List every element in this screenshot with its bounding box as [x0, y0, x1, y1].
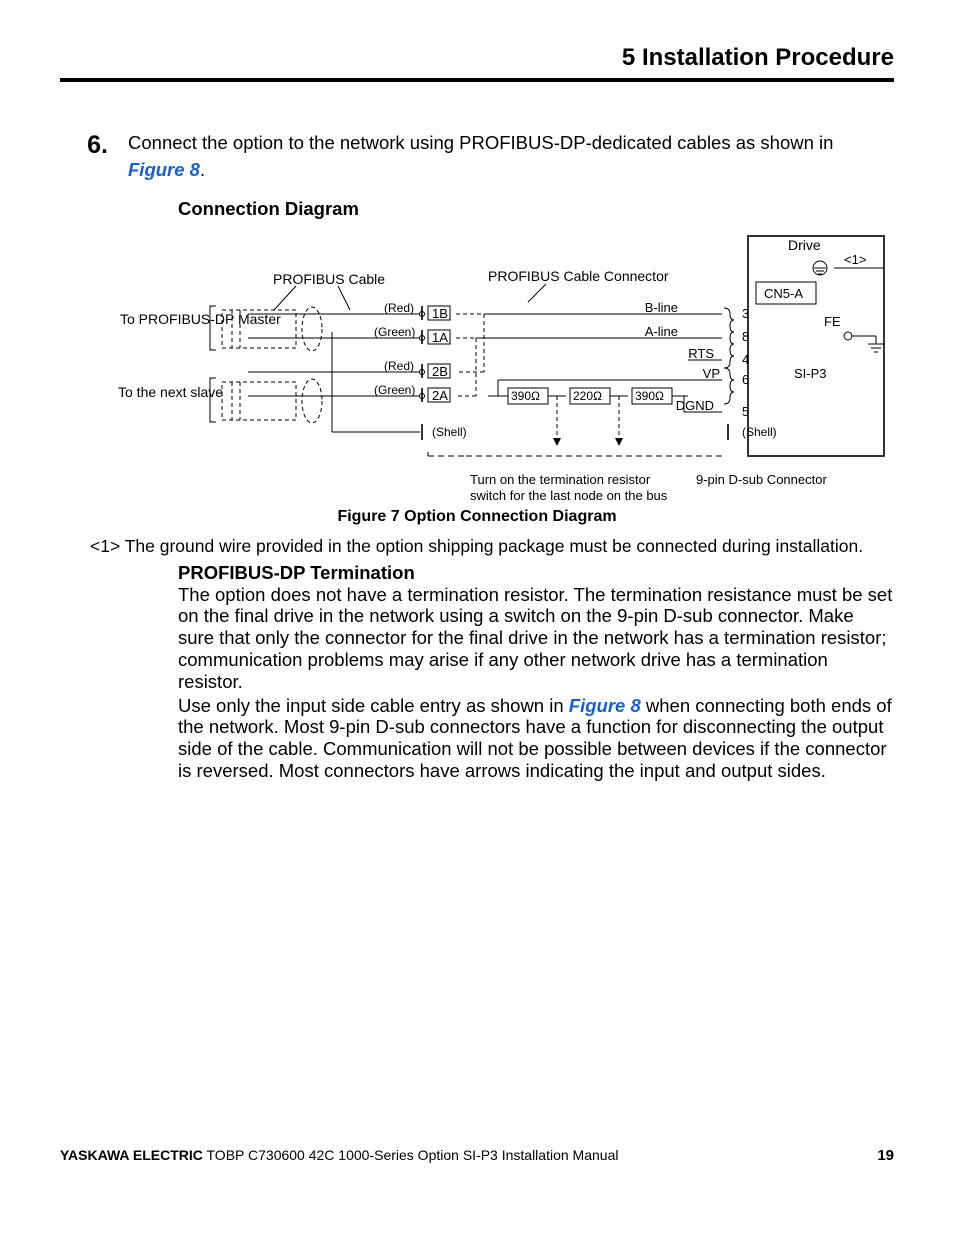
svg-text:VP: VP: [703, 366, 720, 381]
svg-text:2A: 2A: [432, 388, 448, 403]
page-header: 5 Installation Procedure: [60, 44, 894, 82]
svg-text:Turn on the termination resist: Turn on the termination resistor: [470, 472, 651, 487]
svg-text:To the next slave: To the next slave: [118, 384, 223, 400]
note-1: <1> The ground wire provided in the opti…: [90, 536, 894, 558]
svg-text:switch for the last node on th: switch for the last node on the bus: [470, 488, 668, 503]
para-2a: Use only the input side cable entry as s…: [178, 695, 569, 716]
svg-text:9-pin D-sub Connector: 9-pin D-sub Connector: [696, 472, 827, 487]
page-number: 19: [877, 1147, 894, 1164]
connection-diagram-heading: Connection Diagram: [178, 198, 894, 220]
svg-text:390Ω: 390Ω: [635, 389, 664, 403]
footer-left: YASKAWA ELECTRIC TOBP C730600 42C 1000-S…: [60, 1147, 618, 1163]
svg-text:390Ω: 390Ω: [511, 389, 540, 403]
svg-text:SI-P3: SI-P3: [794, 366, 827, 381]
step-6: 6. Connect the option to the network usi…: [60, 130, 894, 184]
svg-text:4: 4: [742, 352, 749, 367]
svg-text:DGND: DGND: [676, 398, 714, 413]
para-1: The option does not have a termination r…: [178, 584, 894, 693]
figure-8-link[interactable]: Figure 8: [128, 159, 200, 180]
step-text-1: Connect the option to the network using …: [128, 132, 833, 153]
figure-8-link-2[interactable]: Figure 8: [569, 695, 641, 716]
connection-diagram: .lbl { font: 14px Arial, sans-serif; } .…: [88, 226, 894, 504]
svg-text:To PROFIBUS-DP Master: To PROFIBUS-DP Master: [120, 311, 281, 327]
svg-text:PROFIBUS Cable Connector: PROFIBUS Cable Connector: [488, 268, 669, 284]
section-title: 5 Installation Procedure: [622, 44, 894, 71]
page-footer: YASKAWA ELECTRIC TOBP C730600 42C 1000-S…: [60, 1147, 894, 1164]
svg-text:2B: 2B: [432, 364, 448, 379]
svg-text:PROFIBUS Cable: PROFIBUS Cable: [273, 271, 385, 287]
step-text: Connect the option to the network using …: [128, 130, 894, 184]
svg-text:(Shell): (Shell): [742, 425, 777, 439]
svg-text:FE: FE: [824, 314, 841, 329]
svg-text:3: 3: [742, 306, 749, 321]
step-number: 6.: [60, 130, 128, 160]
svg-text:(Red): (Red): [384, 359, 414, 373]
svg-text:Drive: Drive: [788, 237, 821, 253]
svg-text:CN5-A: CN5-A: [764, 286, 803, 301]
svg-text:<1>: <1>: [844, 252, 866, 267]
para-2: Use only the input side cable entry as s…: [178, 695, 894, 782]
svg-text:B-line: B-line: [645, 300, 678, 315]
profibus-termination-heading: PROFIBUS-DP Termination: [178, 562, 894, 584]
svg-text:220Ω: 220Ω: [573, 389, 602, 403]
footer-company: YASKAWA ELECTRIC: [60, 1147, 203, 1163]
svg-text:(Green): (Green): [374, 383, 415, 397]
svg-text:A-line: A-line: [645, 324, 678, 339]
svg-text:1B: 1B: [432, 306, 448, 321]
svg-text:(Green): (Green): [374, 325, 415, 339]
profibus-body: The option does not have a termination r…: [178, 584, 894, 782]
svg-text:6: 6: [742, 372, 749, 387]
svg-text:(Shell): (Shell): [432, 425, 467, 439]
svg-text:5: 5: [742, 404, 749, 419]
footer-doc: TOBP C730600 42C 1000-Series Option SI-P…: [203, 1147, 619, 1163]
figure-7-caption: Figure 7 Option Connection Diagram: [60, 508, 894, 526]
svg-text:8: 8: [742, 329, 749, 344]
svg-text:1A: 1A: [432, 330, 448, 345]
step-text-2: .: [200, 159, 205, 180]
svg-text:(Red): (Red): [384, 301, 414, 315]
svg-text:RTS: RTS: [688, 346, 714, 361]
